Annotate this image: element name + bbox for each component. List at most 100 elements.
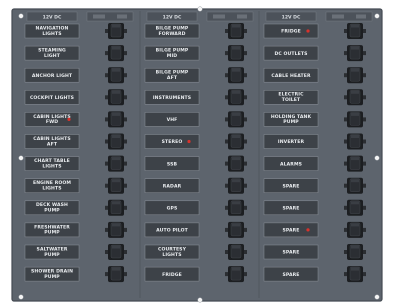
switch-clip <box>244 205 247 210</box>
breaker-switch[interactable] <box>108 155 124 172</box>
switch-rocker-highlight <box>232 68 240 72</box>
breaker-switch[interactable] <box>108 221 124 238</box>
switch-clip <box>363 139 366 144</box>
switch-clip <box>363 272 366 277</box>
switch-clip <box>344 183 347 188</box>
switch-clip <box>244 250 247 254</box>
breaker-switch[interactable] <box>347 67 363 84</box>
breaker-switch[interactable] <box>347 45 363 62</box>
switch-clip <box>225 117 228 122</box>
switch-rocker-highlight <box>351 245 359 249</box>
breaker-switch[interactable] <box>108 177 124 194</box>
switch-clip <box>225 183 228 188</box>
switch-clip <box>124 227 127 232</box>
switch-rocker-highlight <box>232 24 240 28</box>
switch-clip <box>225 51 228 56</box>
switch-rocker-highlight <box>232 90 240 94</box>
breaker-switch[interactable] <box>347 199 363 216</box>
switch-clip <box>344 95 347 100</box>
breaker-switch[interactable] <box>347 221 363 238</box>
switch-clip <box>225 161 228 166</box>
switch-clip <box>105 250 108 254</box>
status-led-icon <box>67 117 71 121</box>
breaker-switch[interactable] <box>228 266 244 283</box>
breaker-switch[interactable] <box>228 67 244 84</box>
switch-clip <box>105 139 108 144</box>
breaker-label: MID <box>167 53 177 59</box>
breaker-switch[interactable] <box>228 199 244 216</box>
breaker-label: SSB <box>167 161 178 167</box>
breaker-label: DC OUTLETS <box>274 51 307 57</box>
breaker-switch[interactable] <box>228 45 244 62</box>
breaker-row: VHF <box>144 111 247 128</box>
breaker-row: COCKPIT LIGHTS <box>24 89 127 106</box>
switch-clip <box>124 29 127 33</box>
switch-clip <box>344 250 347 254</box>
breaker-switch[interactable] <box>228 23 244 39</box>
breaker-switch[interactable] <box>228 89 244 106</box>
switch-clip <box>244 139 247 144</box>
switch-rocker-highlight <box>232 267 240 271</box>
breaker-switch[interactable] <box>347 23 363 39</box>
switch-clip <box>124 51 127 56</box>
switch-clip <box>105 95 108 100</box>
breaker-switch[interactable] <box>228 133 244 150</box>
breaker-row: SHOWER DRAINPUMP <box>24 266 127 283</box>
breaker-switch[interactable] <box>347 89 363 106</box>
switch-rocker-highlight <box>112 46 120 50</box>
breaker-switch[interactable] <box>108 266 124 283</box>
breaker-row: SSB <box>144 155 247 172</box>
breaker-switch[interactable] <box>228 244 244 260</box>
breaker-switch[interactable] <box>108 244 124 260</box>
breaker-switch[interactable] <box>228 111 244 128</box>
switch-clip <box>225 29 228 33</box>
breaker-label: SPARE <box>283 206 300 212</box>
switch-clip <box>225 95 228 100</box>
breaker-label: FORWARD <box>158 31 185 37</box>
breaker-switch[interactable] <box>108 23 124 39</box>
breaker-label: PUMP <box>283 119 299 125</box>
switch-clip <box>344 139 347 144</box>
switch-clip <box>363 29 366 33</box>
breaker-switch[interactable] <box>108 67 124 84</box>
switch-clip <box>344 73 347 78</box>
column-header-label: 12V DC <box>163 15 182 21</box>
breaker-row: ENGINE ROOMLIGHTS <box>24 177 127 194</box>
breaker-switch[interactable] <box>108 89 124 106</box>
breaker-switch[interactable] <box>228 177 244 194</box>
breaker-switch[interactable] <box>108 199 124 216</box>
breaker-row: DECK WASHPUMP <box>24 199 127 216</box>
switch-clip <box>244 117 247 122</box>
switch-rocker-highlight <box>112 157 120 161</box>
breaker-switch[interactable] <box>108 133 124 150</box>
switch-rocker-highlight <box>112 68 120 72</box>
switch-rocker-highlight <box>351 267 359 271</box>
breaker-row: STEAMINGLIGHT <box>24 45 127 62</box>
switch-clip <box>105 161 108 166</box>
breaker-label: SPARE <box>283 272 300 278</box>
breaker-row: DC OUTLETS <box>263 45 366 62</box>
breaker-switch[interactable] <box>347 244 363 260</box>
breaker-label: BILGE PUMP <box>156 70 189 76</box>
meter-window <box>213 14 225 19</box>
breaker-switch[interactable] <box>347 155 363 172</box>
breaker-switch[interactable] <box>108 45 124 62</box>
breaker-switch[interactable] <box>347 266 363 283</box>
mounting-screw-icon <box>197 6 203 12</box>
breaker-switch[interactable] <box>347 133 363 150</box>
breaker-switch[interactable] <box>228 221 244 238</box>
breaker-switch[interactable] <box>347 111 363 128</box>
switch-rocker-highlight <box>232 223 240 227</box>
column-header-label: 12V DC <box>43 15 62 21</box>
switch-clip <box>124 250 127 254</box>
breaker-row: CABLE HEATER <box>263 67 366 84</box>
breaker-switch[interactable] <box>347 177 363 194</box>
breaker-switch[interactable] <box>108 111 124 128</box>
breaker-row: HOLDING TANKPUMP <box>263 111 366 128</box>
meter-window <box>93 14 105 19</box>
breaker-label: LIGHT <box>44 53 61 59</box>
breaker-switch[interactable] <box>228 155 244 172</box>
switch-clip <box>244 161 247 166</box>
switch-clip <box>363 117 366 122</box>
switch-rocker-highlight <box>112 223 120 227</box>
